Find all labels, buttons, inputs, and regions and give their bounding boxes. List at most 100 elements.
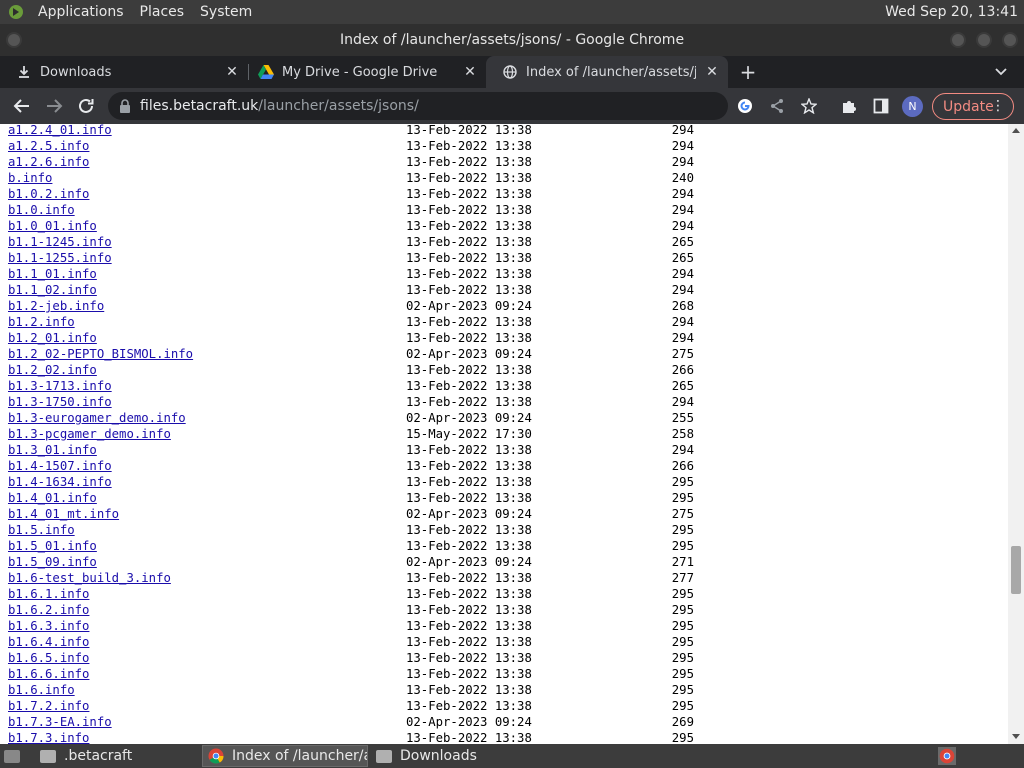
page-content: a1.2.4_01.info 13-Feb-2022 13:38 294 a1.2.5…: [0, 124, 1008, 744]
google-lens-icon[interactable]: [733, 94, 757, 118]
applications-menu[interactable]: Applications: [34, 4, 128, 20]
back-arrow-icon[interactable]: [10, 94, 34, 118]
file-date: 13-Feb-2022 13:38: [406, 267, 532, 281]
side-panel-icon[interactable]: [869, 94, 893, 118]
extensions-puzzle-icon[interactable]: [837, 94, 861, 118]
file-link[interactable]: a1.2.5.info: [8, 138, 89, 154]
scrollbar-thumb[interactable]: [1011, 546, 1021, 594]
file-link[interactable]: b1.2_02-PEPTO_BISMOL.info: [8, 346, 193, 362]
listing-row: b1.3-1713.info 13-Feb-2022 13:38 265: [8, 378, 708, 394]
address-bar[interactable]: files.betacraft.uk/launcher/assets/jsons…: [108, 92, 728, 120]
show-desktop-button[interactable]: [0, 745, 34, 767]
file-link[interactable]: b1.0_01.info: [8, 218, 97, 234]
file-size: 295: [671, 651, 694, 665]
system-menu[interactable]: System: [196, 4, 256, 20]
listing-row: b1.5_09.info 02-Apr-2023 09:24 271: [8, 554, 708, 570]
file-link[interactable]: b1.6-test_build_3.info: [8, 570, 171, 586]
file-link[interactable]: b1.0.info: [8, 202, 75, 218]
file-link[interactable]: b1.3-pcgamer_demo.info: [8, 426, 171, 442]
file-link[interactable]: a1.2.4_01.info: [8, 124, 112, 138]
listing-row: a1.2.5.info 13-Feb-2022 13:38 294: [8, 138, 708, 154]
file-link[interactable]: b1.4-1507.info: [8, 458, 112, 474]
close-window-button[interactable]: [1002, 32, 1018, 48]
file-link[interactable]: b1.6.4.info: [8, 634, 89, 650]
window-titlebar[interactable]: Index of /launcher/assets/jsons/ - Googl…: [0, 24, 1024, 56]
clock[interactable]: Wed Sep 20, 13:41: [885, 4, 1018, 20]
taskbar-item-chrome[interactable]: Index of /launcher/a...: [202, 745, 368, 767]
minimize-button[interactable]: [950, 32, 966, 48]
vertical-scrollbar[interactable]: [1008, 124, 1024, 744]
file-link[interactable]: b1.4_01.info: [8, 490, 97, 506]
scroll-up-arrow-icon[interactable]: [1012, 128, 1020, 133]
tab-index-jsons[interactable]: Index of /launcher/assets/jsons ✕: [486, 56, 728, 88]
globe-icon: [502, 64, 518, 80]
file-size: 255: [671, 411, 694, 425]
scroll-down-arrow-icon[interactable]: [1012, 734, 1020, 739]
google-drive-icon: [258, 64, 274, 80]
file-link[interactable]: b1.2-jeb.info: [8, 298, 104, 314]
tab-search-chevron-down-icon[interactable]: [990, 62, 1012, 82]
file-size: 294: [671, 395, 694, 409]
file-link[interactable]: b1.6.2.info: [8, 602, 89, 618]
reload-icon[interactable]: [74, 94, 98, 118]
listing-row: b1.0.2.info 13-Feb-2022 13:38 294: [8, 186, 708, 202]
file-link[interactable]: b1.3-1750.info: [8, 394, 112, 410]
profile-avatar[interactable]: N: [902, 96, 923, 117]
taskbar-item-betacraft[interactable]: .betacraft: [34, 745, 200, 767]
file-link[interactable]: a1.2.6.info: [8, 154, 89, 170]
close-tab-icon[interactable]: ✕: [224, 64, 240, 80]
file-link[interactable]: b1.7.3-EA.info: [8, 714, 112, 730]
file-link[interactable]: b1.3_01.info: [8, 442, 97, 458]
file-size: 258: [671, 427, 694, 441]
file-link[interactable]: b1.4_01_mt.info: [8, 506, 119, 522]
file-link[interactable]: b.info: [8, 170, 52, 186]
distro-logo-icon[interactable]: [6, 2, 26, 22]
file-link[interactable]: b1.6.1.info: [8, 586, 89, 602]
file-link[interactable]: b1.4-1634.info: [8, 474, 112, 490]
file-link[interactable]: b1.3-1713.info: [8, 378, 112, 394]
file-link[interactable]: b1.1_02.info: [8, 282, 97, 298]
file-size: 275: [671, 347, 694, 361]
folder-icon: [376, 749, 392, 763]
file-date: 15-May-2022 17:30: [406, 427, 532, 441]
file-date: 13-Feb-2022 13:38: [406, 139, 532, 153]
maximize-button[interactable]: [976, 32, 992, 48]
window-menu-icon[interactable]: [6, 32, 22, 48]
file-link[interactable]: b1.5_01.info: [8, 538, 97, 554]
close-tab-icon[interactable]: ✕: [462, 64, 478, 80]
forward-arrow-icon[interactable]: [42, 94, 66, 118]
file-link[interactable]: b1.6.5.info: [8, 650, 89, 666]
file-link[interactable]: b1.7.3.info: [8, 730, 89, 744]
file-size: 275: [671, 507, 694, 521]
more-menu-icon[interactable]: ⋮: [991, 98, 1005, 114]
listing-row: b1.1-1245.info 13-Feb-2022 13:38 265: [8, 234, 708, 250]
file-link[interactable]: b1.7.2.info: [8, 698, 89, 714]
lock-icon[interactable]: [118, 99, 132, 113]
file-link[interactable]: b1.5.info: [8, 522, 75, 538]
tray-chrome-icon[interactable]: [936, 745, 958, 767]
update-button[interactable]: Update ⋮: [932, 93, 1014, 120]
places-menu[interactable]: Places: [136, 4, 189, 20]
file-link[interactable]: b1.6.3.info: [8, 618, 89, 634]
listing-row: b1.6.1.info 13-Feb-2022 13:38 295: [8, 586, 708, 602]
file-link[interactable]: b1.3-eurogamer_demo.info: [8, 410, 186, 426]
file-link[interactable]: b1.1_01.info: [8, 266, 97, 282]
file-link[interactable]: b1.6.6.info: [8, 666, 89, 682]
close-tab-icon[interactable]: ✕: [704, 64, 720, 80]
file-link[interactable]: b1.2_02.info: [8, 362, 97, 378]
tab-google-drive[interactable]: My Drive - Google Drive ✕: [242, 56, 486, 88]
file-link[interactable]: b1.2_01.info: [8, 330, 97, 346]
file-link[interactable]: b1.0.2.info: [8, 186, 89, 202]
file-link[interactable]: b1.1-1255.info: [8, 250, 112, 266]
bookmark-star-icon[interactable]: [797, 94, 821, 118]
file-size: 265: [671, 251, 694, 265]
file-link[interactable]: b1.2.info: [8, 314, 75, 330]
file-link[interactable]: b1.1-1245.info: [8, 234, 112, 250]
tab-downloads[interactable]: Downloads ✕: [0, 56, 248, 88]
new-tab-button[interactable]: +: [736, 60, 760, 84]
file-link[interactable]: b1.5_09.info: [8, 554, 97, 570]
share-icon[interactable]: [765, 94, 789, 118]
taskbar-item-downloads[interactable]: Downloads: [370, 745, 536, 767]
file-link[interactable]: b1.6.info: [8, 682, 75, 698]
file-date: 13-Feb-2022 13:38: [406, 683, 532, 697]
